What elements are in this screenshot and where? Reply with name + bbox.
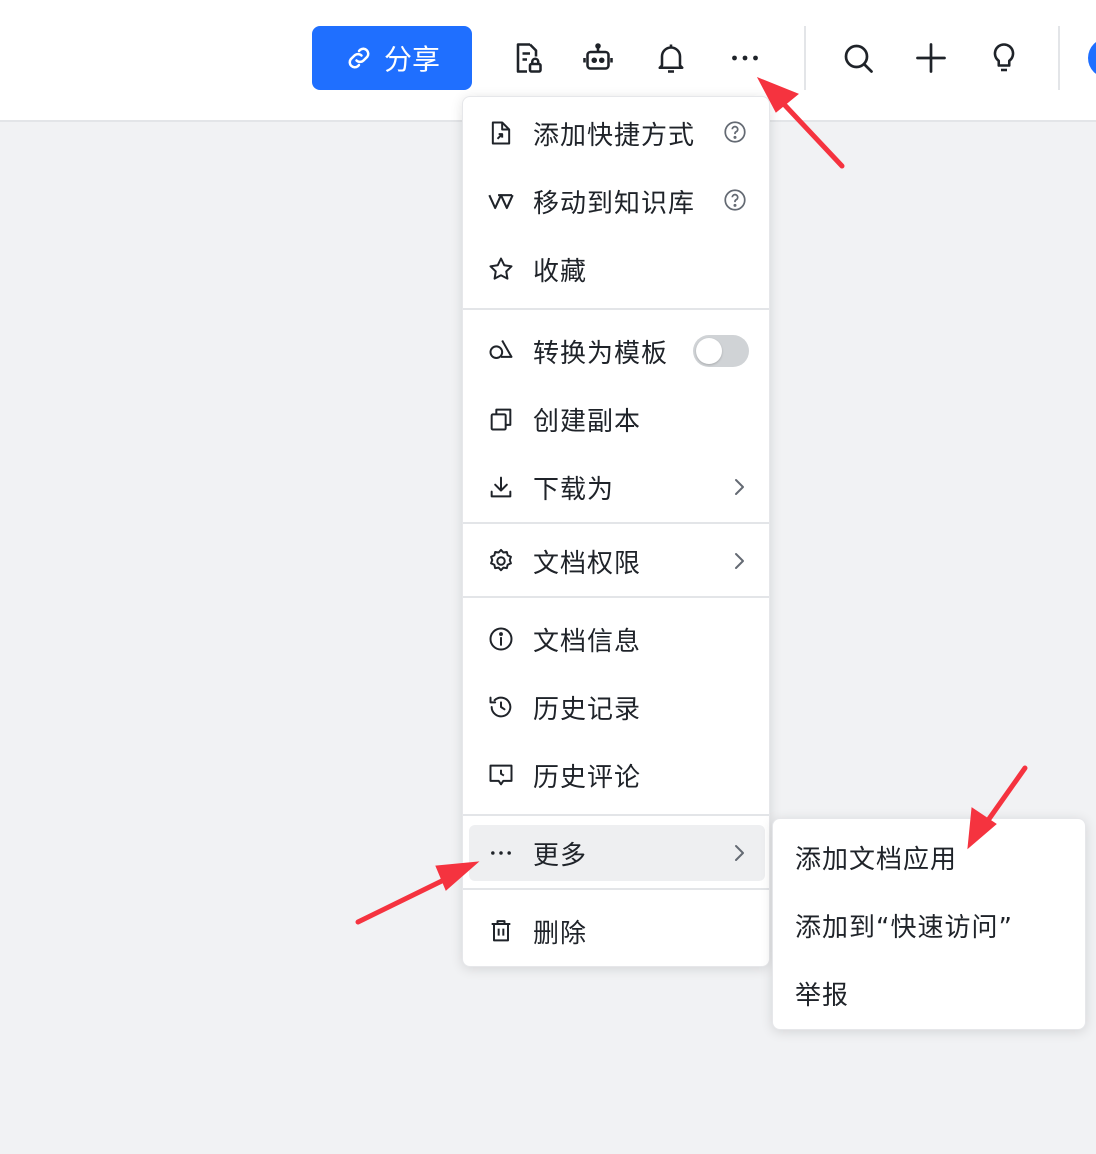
menu-item-label: 更多 [533, 841, 588, 871]
menu-item-history[interactable]: 历史记录 [469, 679, 765, 735]
avatar[interactable] [1088, 38, 1096, 78]
menu-divider [463, 596, 769, 598]
history-icon [487, 693, 515, 721]
menu-item-label: 转换为模板 [533, 339, 669, 369]
more-icon [487, 839, 515, 867]
submenu-item-label: 添加到“快速访问” [795, 913, 1013, 943]
more-menu: 添加快捷方式 移动到知识库 收藏 转换为模板 创建副本 下载为 文档权限 文档信… [462, 96, 770, 967]
menu-item-doc-permissions[interactable]: 文档权限 [469, 533, 765, 589]
menu-item-label: 删除 [533, 919, 588, 949]
menu-item-label: 文档信息 [533, 627, 642, 657]
submenu-item-add-doc-app[interactable]: 添加文档应用 [773, 827, 1085, 887]
menu-item-move-to-wiki[interactable]: 移动到知识库 [469, 173, 765, 229]
menu-divider [463, 888, 769, 890]
download-icon [487, 473, 515, 501]
more-submenu: 添加文档应用 添加到“快速访问” 举报 [772, 818, 1086, 1030]
menu-item-convert-template[interactable]: 转换为模板 [469, 323, 765, 379]
search-icon[interactable] [838, 38, 878, 78]
chevron-right-icon [735, 553, 744, 569]
menu-item-label: 移动到知识库 [533, 189, 696, 219]
gear-icon [487, 547, 515, 575]
toolbar-divider [804, 26, 806, 90]
template-icon [487, 337, 515, 365]
copy-icon [487, 405, 515, 433]
menu-item-label: 文档权限 [533, 549, 642, 579]
menu-item-label: 创建副本 [533, 407, 642, 437]
shortcut-icon [487, 119, 515, 147]
template-toggle[interactable] [693, 335, 749, 367]
bell-icon[interactable] [651, 38, 691, 78]
submenu-item-label: 添加文档应用 [795, 845, 958, 875]
wiki-icon [487, 187, 515, 215]
help-icon[interactable] [721, 118, 749, 146]
arrow-icon [355, 861, 480, 925]
menu-item-comment-history[interactable]: 历史评论 [469, 747, 765, 803]
menu-item-label: 收藏 [533, 257, 588, 287]
menu-item-favorite[interactable]: 收藏 [469, 241, 765, 297]
menu-divider [463, 308, 769, 310]
more-icon[interactable] [725, 38, 765, 78]
share-button-label: 分享 [383, 43, 440, 76]
star-icon [487, 255, 515, 283]
menu-item-delete[interactable]: 删除 [469, 903, 765, 959]
help-icon[interactable] [721, 186, 749, 214]
chevron-right-icon [735, 479, 744, 495]
robot-icon[interactable] [578, 38, 618, 78]
menu-item-label: 下载为 [533, 475, 615, 505]
menu-item-create-copy[interactable]: 创建副本 [469, 391, 765, 447]
comment-history-icon [487, 761, 515, 789]
submenu-item-label: 举报 [795, 981, 850, 1011]
lightbulb-icon[interactable] [984, 38, 1024, 78]
menu-item-label: 添加快捷方式 [533, 121, 696, 151]
menu-divider [463, 814, 769, 816]
menu-item-more[interactable]: 更多 [469, 825, 765, 881]
toolbar-divider [1058, 26, 1060, 90]
submenu-item-add-quick-access[interactable]: 添加到“快速访问” [773, 895, 1085, 955]
doc-lock-icon[interactable] [507, 38, 547, 78]
info-icon [487, 625, 515, 653]
menu-item-add-shortcut[interactable]: 添加快捷方式 [469, 105, 765, 161]
link-icon [348, 47, 370, 69]
submenu-item-report[interactable]: 举报 [773, 963, 1085, 1023]
plus-icon[interactable] [911, 38, 951, 78]
chevron-right-icon [735, 845, 744, 861]
share-button[interactable]: 分享 [312, 26, 472, 90]
menu-item-doc-info[interactable]: 文档信息 [469, 611, 765, 667]
trash-icon [487, 917, 515, 945]
menu-item-label: 历史评论 [533, 763, 642, 793]
menu-divider [463, 522, 769, 524]
menu-item-label: 历史记录 [533, 695, 642, 725]
menu-item-download-as[interactable]: 下载为 [469, 459, 765, 515]
